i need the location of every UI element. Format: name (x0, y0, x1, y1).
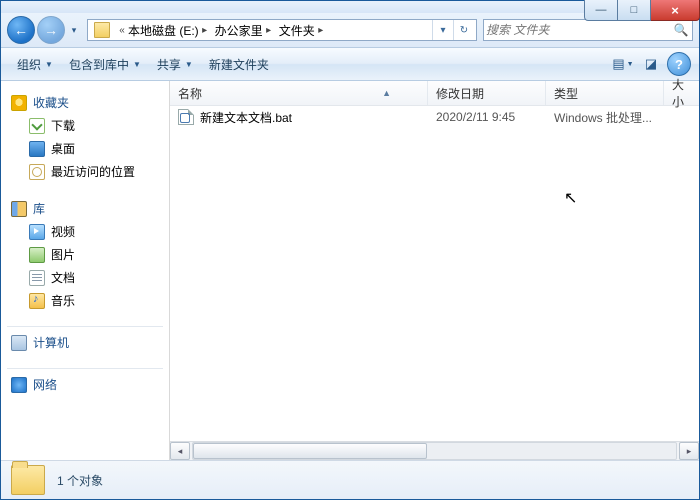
breadcrumb[interactable]: 办公家里▸ (213, 20, 277, 40)
sidebar-group-favorites[interactable]: 收藏夹 (11, 91, 169, 114)
crumb-label[interactable]: 办公家里 (215, 22, 263, 39)
scroll-right-button[interactable]: ▸ (679, 442, 699, 460)
file-name[interactable]: 新建文本文档.bat (200, 109, 292, 126)
folder-icon (11, 465, 45, 495)
recent-icon (29, 164, 45, 180)
status-text: 1 个对象 (57, 472, 103, 489)
file-date: 2020/2/11 9:45 (428, 110, 546, 124)
separator (7, 326, 163, 327)
network-icon (11, 377, 27, 393)
close-button[interactable]: × (651, 0, 700, 21)
computer-icon (11, 335, 27, 351)
search-input[interactable] (484, 22, 670, 38)
crumb-label[interactable]: 本地磁盘 (E:) (128, 22, 199, 39)
cursor-icon: ↖ (564, 188, 577, 208)
sort-indicator-icon: ▲ (382, 88, 391, 98)
sidebar-item-recent[interactable]: 最近访问的位置 (11, 160, 169, 183)
command-bar: 组织▼ 包含到库中▼ 共享▼ 新建文件夹 ▤▼ ◪ ? (1, 48, 699, 81)
desktop-icon (29, 141, 45, 157)
status-bar: 1 个对象 (1, 460, 699, 499)
column-size[interactable]: 大小 (664, 81, 699, 105)
back-button[interactable]: ← (7, 16, 35, 44)
organize-menu[interactable]: 组织▼ (9, 52, 61, 77)
sidebar-group-computer[interactable]: 计算机 (11, 331, 169, 354)
column-type[interactable]: 类型 (546, 81, 664, 105)
sidebar-item-music[interactable]: 音乐 (11, 289, 169, 312)
file-type: Windows 批处理... (546, 109, 664, 126)
search-box[interactable]: 🔍 (483, 19, 693, 41)
sidebar-item-videos[interactable]: 视频 (11, 220, 169, 243)
star-icon (11, 95, 27, 111)
batch-file-icon (178, 109, 194, 125)
new-folder-button[interactable]: 新建文件夹 (201, 52, 277, 77)
history-dropdown[interactable]: ▾ (67, 17, 81, 43)
horizontal-scrollbar[interactable]: ◂ ▸ (170, 441, 699, 460)
column-date[interactable]: 修改日期 (428, 81, 546, 105)
explorer-window: — □ × ← → ▾ «本地磁盘 (E:)▸ 办公家里▸ 文件夹▸ ▾ ↻ 🔍… (0, 0, 700, 500)
maximize-button[interactable]: □ (618, 0, 651, 21)
scroll-left-button[interactable]: ◂ (170, 442, 190, 460)
sidebar-item-desktop[interactable]: 桌面 (11, 137, 169, 160)
sidebar-group-network[interactable]: 网络 (11, 373, 169, 396)
file-list[interactable]: 新建文本文档.bat 2020/2/11 9:45 Windows 批处理...… (170, 106, 699, 441)
library-icon (11, 201, 27, 217)
view-options-button[interactable]: ▤▼ (611, 53, 635, 75)
sidebar-item-pictures[interactable]: 图片 (11, 243, 169, 266)
sidebar-item-downloads[interactable]: 下载 (11, 114, 169, 137)
file-row[interactable]: 新建文本文档.bat 2020/2/11 9:45 Windows 批处理... (170, 106, 699, 128)
video-icon (29, 224, 45, 240)
sidebar-group-libraries[interactable]: 库 (11, 197, 169, 220)
crumb-label[interactable]: 文件夹 (279, 22, 315, 39)
file-list-pane: 名称▲ 修改日期 类型 大小 新建文本文档.bat 2020/2/11 9:45… (170, 81, 699, 460)
folder-icon (94, 22, 110, 38)
breadcrumb[interactable]: «本地磁盘 (E:)▸ (114, 20, 213, 40)
column-headers: 名称▲ 修改日期 类型 大小 (170, 81, 699, 106)
preview-pane-button[interactable]: ◪ (639, 53, 663, 75)
column-name[interactable]: 名称▲ (170, 81, 428, 105)
navigation-pane[interactable]: 收藏夹 下载 桌面 最近访问的位置 库 视频 图片 文档 音乐 计算机 网络 (1, 81, 170, 460)
forward-button[interactable]: → (37, 16, 65, 44)
help-button[interactable]: ? (667, 52, 691, 76)
music-icon (29, 293, 45, 309)
minimize-button[interactable]: — (584, 0, 618, 21)
address-bar[interactable]: «本地磁盘 (E:)▸ 办公家里▸ 文件夹▸ ▾ ↻ (87, 19, 477, 41)
picture-icon (29, 247, 45, 263)
download-icon (29, 118, 45, 134)
refresh-button[interactable]: ↻ (453, 20, 474, 40)
breadcrumb[interactable]: 文件夹▸ (277, 20, 329, 40)
separator (7, 368, 163, 369)
title-bar[interactable]: — □ × (1, 1, 699, 13)
document-icon (29, 270, 45, 286)
scroll-track[interactable] (192, 442, 677, 460)
include-in-library-menu[interactable]: 包含到库中▼ (61, 52, 149, 77)
share-menu[interactable]: 共享▼ (149, 52, 201, 77)
search-icon[interactable]: 🔍 (670, 23, 692, 37)
sidebar-item-documents[interactable]: 文档 (11, 266, 169, 289)
address-dropdown[interactable]: ▾ (432, 20, 453, 40)
scroll-thumb[interactable] (193, 443, 427, 459)
